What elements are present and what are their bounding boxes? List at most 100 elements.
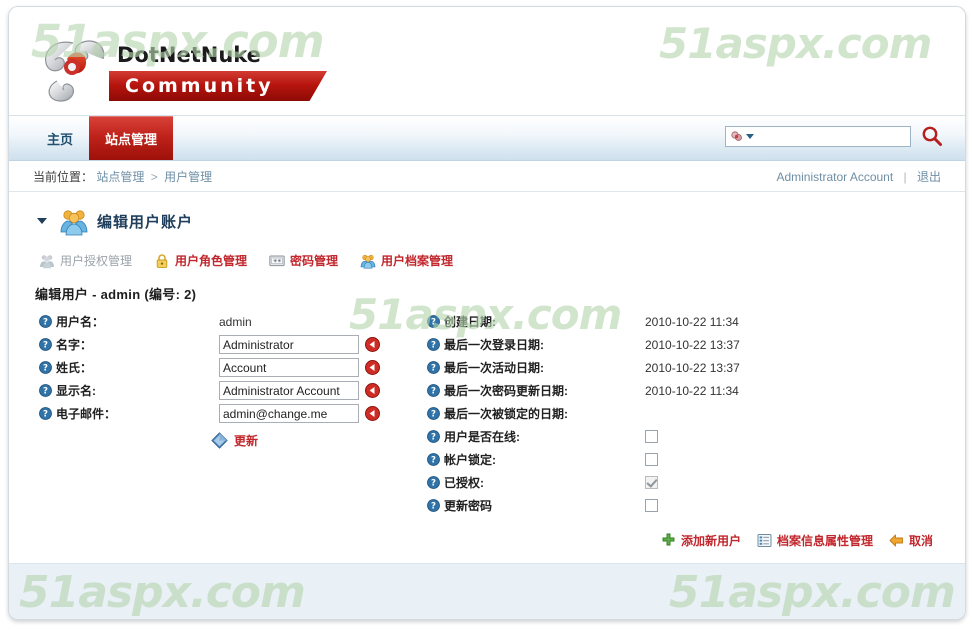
account-area: Administrator Account | 退出: [776, 168, 941, 185]
undo-arrow-icon[interactable]: [365, 406, 380, 421]
field-label: ? 名字：: [39, 336, 219, 353]
site-logo[interactable]: DotNetNuke Community: [37, 29, 327, 107]
help-icon[interactable]: ?: [427, 315, 440, 328]
help-icon[interactable]: ?: [427, 338, 440, 351]
update-button[interactable]: 更新: [211, 432, 258, 449]
field-row-update-password: ? 更新密码: [427, 494, 827, 517]
svg-text:?: ?: [431, 364, 436, 374]
help-icon[interactable]: ?: [427, 384, 440, 397]
help-icon[interactable]: ?: [427, 407, 440, 420]
help-icon[interactable]: ?: [39, 361, 52, 374]
search-provider-chevron-down-icon[interactable]: [746, 133, 754, 139]
action-label: 档案信息属性管理: [776, 534, 873, 548]
field-label: ? 更新密码: [427, 497, 645, 514]
right-form-column: ? 创建日期: 2010-10-22 11:34 ? 最后一次登录日期: 201…: [427, 310, 827, 517]
search-area: [725, 125, 943, 147]
field-value: 2010-10-22 11:34: [645, 314, 739, 329]
field-row-firstname: ? 名字：: [39, 333, 384, 356]
field-label: ? 已授权:: [427, 474, 645, 491]
field-label: ? 用户是否在线:: [427, 428, 645, 445]
help-icon[interactable]: ?: [427, 476, 440, 489]
user-online-checkbox[interactable]: [645, 430, 658, 443]
update-row: 更新: [211, 432, 258, 449]
search-input[interactable]: [758, 129, 906, 143]
label-text: 最后一次密码更新日期:: [444, 384, 568, 398]
help-icon[interactable]: ?: [39, 407, 52, 420]
search-provider-icon[interactable]: [730, 130, 743, 143]
tab-password-management[interactable]: ✳✳ 密码管理: [269, 252, 338, 269]
page-footer: [9, 563, 965, 619]
breadcrumb-item-site-admin[interactable]: 站点管理: [96, 170, 144, 184]
help-icon[interactable]: ?: [427, 361, 440, 374]
account-name-link[interactable]: Administrator Account: [776, 170, 893, 184]
field-row-user-online: ? 用户是否在线:: [427, 425, 827, 448]
users-group-icon: [60, 210, 88, 236]
svg-text:?: ?: [431, 318, 436, 328]
field-row-displayname: ? 显示名:: [39, 379, 384, 402]
manage-profile-properties-button[interactable]: 档案信息属性管理: [757, 532, 873, 549]
label-text: 最后一次活动日期:: [444, 361, 544, 375]
cancel-button[interactable]: 取消: [889, 532, 933, 549]
collapse-triangle-down-icon[interactable]: [37, 218, 47, 224]
field-row-last-lockout-date: ? 最后一次被锁定的日期:: [427, 402, 827, 425]
field-label: ? 帐户锁定:: [427, 451, 645, 468]
lastname-input[interactable]: [219, 358, 359, 377]
svg-text:?: ?: [43, 318, 48, 328]
add-new-user-button[interactable]: 添加新用户: [661, 532, 741, 549]
site-header: DotNetNuke Community: [9, 7, 965, 115]
plus-green-icon: [662, 533, 675, 546]
search-box[interactable]: [725, 125, 911, 147]
account-locked-checkbox[interactable]: [645, 453, 658, 466]
field-row-account-locked: ? 帐户锁定:: [427, 448, 827, 471]
field-value-username: admin: [219, 314, 252, 329]
field-label: ? 显示名:: [39, 382, 219, 399]
undo-arrow-icon[interactable]: [365, 360, 380, 375]
left-form-column: ? 用户名： admin ? 名字： Administrator ? 姓氏： A…: [39, 310, 384, 425]
list-properties-icon: [757, 534, 772, 547]
field-row-last-activity-date: ? 最后一次活动日期: 2010-10-22 13:37: [427, 356, 827, 379]
field-label: ? 最后一次被锁定的日期:: [427, 405, 645, 422]
help-icon[interactable]: ?: [427, 453, 440, 466]
search-submit-magnifier-icon[interactable]: [921, 125, 943, 147]
svg-text:?: ?: [431, 502, 436, 512]
logo-wordmark: DotNetNuke: [117, 43, 261, 67]
email-input[interactable]: [219, 404, 359, 423]
help-icon[interactable]: ?: [39, 384, 52, 397]
arrow-left-orange-icon: [889, 534, 903, 547]
users-group-icon: [40, 254, 54, 268]
undo-arrow-icon[interactable]: [365, 383, 380, 398]
nav-tab-site-admin[interactable]: 站点管理: [89, 116, 174, 160]
logo-community-banner: Community: [109, 71, 327, 101]
help-icon[interactable]: ?: [39, 315, 52, 328]
svg-text:?: ?: [43, 410, 48, 420]
breadcrumb-item-user-management[interactable]: 用户管理: [164, 170, 212, 184]
update-password-checkbox[interactable]: [645, 499, 658, 512]
label-text: 显示名:: [56, 384, 96, 398]
field-label: ? 姓氏：: [39, 359, 219, 376]
help-icon[interactable]: ?: [39, 338, 52, 351]
tab-user-authorization: 用户授权管理: [39, 252, 132, 269]
nav-tab-home[interactable]: 主页: [31, 116, 89, 160]
update-label: 更新: [234, 434, 259, 448]
authorized-checkbox: [645, 476, 658, 489]
field-value: 2010-10-22 13:37: [645, 337, 740, 352]
firstname-input[interactable]: [219, 335, 359, 354]
displayname-input[interactable]: [219, 381, 359, 400]
field-label: ? 用户名：: [39, 313, 219, 330]
svg-text:✳✳: ✳✳: [273, 258, 281, 264]
tab-user-profile[interactable]: 用户档案管理: [360, 252, 453, 269]
logout-link[interactable]: 退出: [917, 170, 941, 184]
tab-user-roles[interactable]: 用户角色管理: [154, 252, 247, 269]
breadcrumb-bar: 当前位置： 站点管理 > 用户管理 Administrator Account …: [9, 161, 965, 192]
label-text: 最后一次被锁定的日期:: [444, 407, 568, 421]
label-text: 帐户锁定:: [444, 453, 496, 467]
label-text: 名字：: [56, 338, 93, 352]
tab-label: 密码管理: [290, 254, 339, 268]
svg-text:?: ?: [431, 387, 436, 397]
help-icon[interactable]: ?: [427, 499, 440, 512]
label-text: 用户是否在线:: [444, 430, 520, 444]
undo-arrow-icon[interactable]: [365, 337, 380, 352]
field-row-authorized: ? 已授权:: [427, 471, 827, 494]
module-action-tabs: 用户授权管理 用户角色管理 ✳✳ 密码管理 用户档案管理: [39, 252, 453, 269]
help-icon[interactable]: ?: [427, 430, 440, 443]
